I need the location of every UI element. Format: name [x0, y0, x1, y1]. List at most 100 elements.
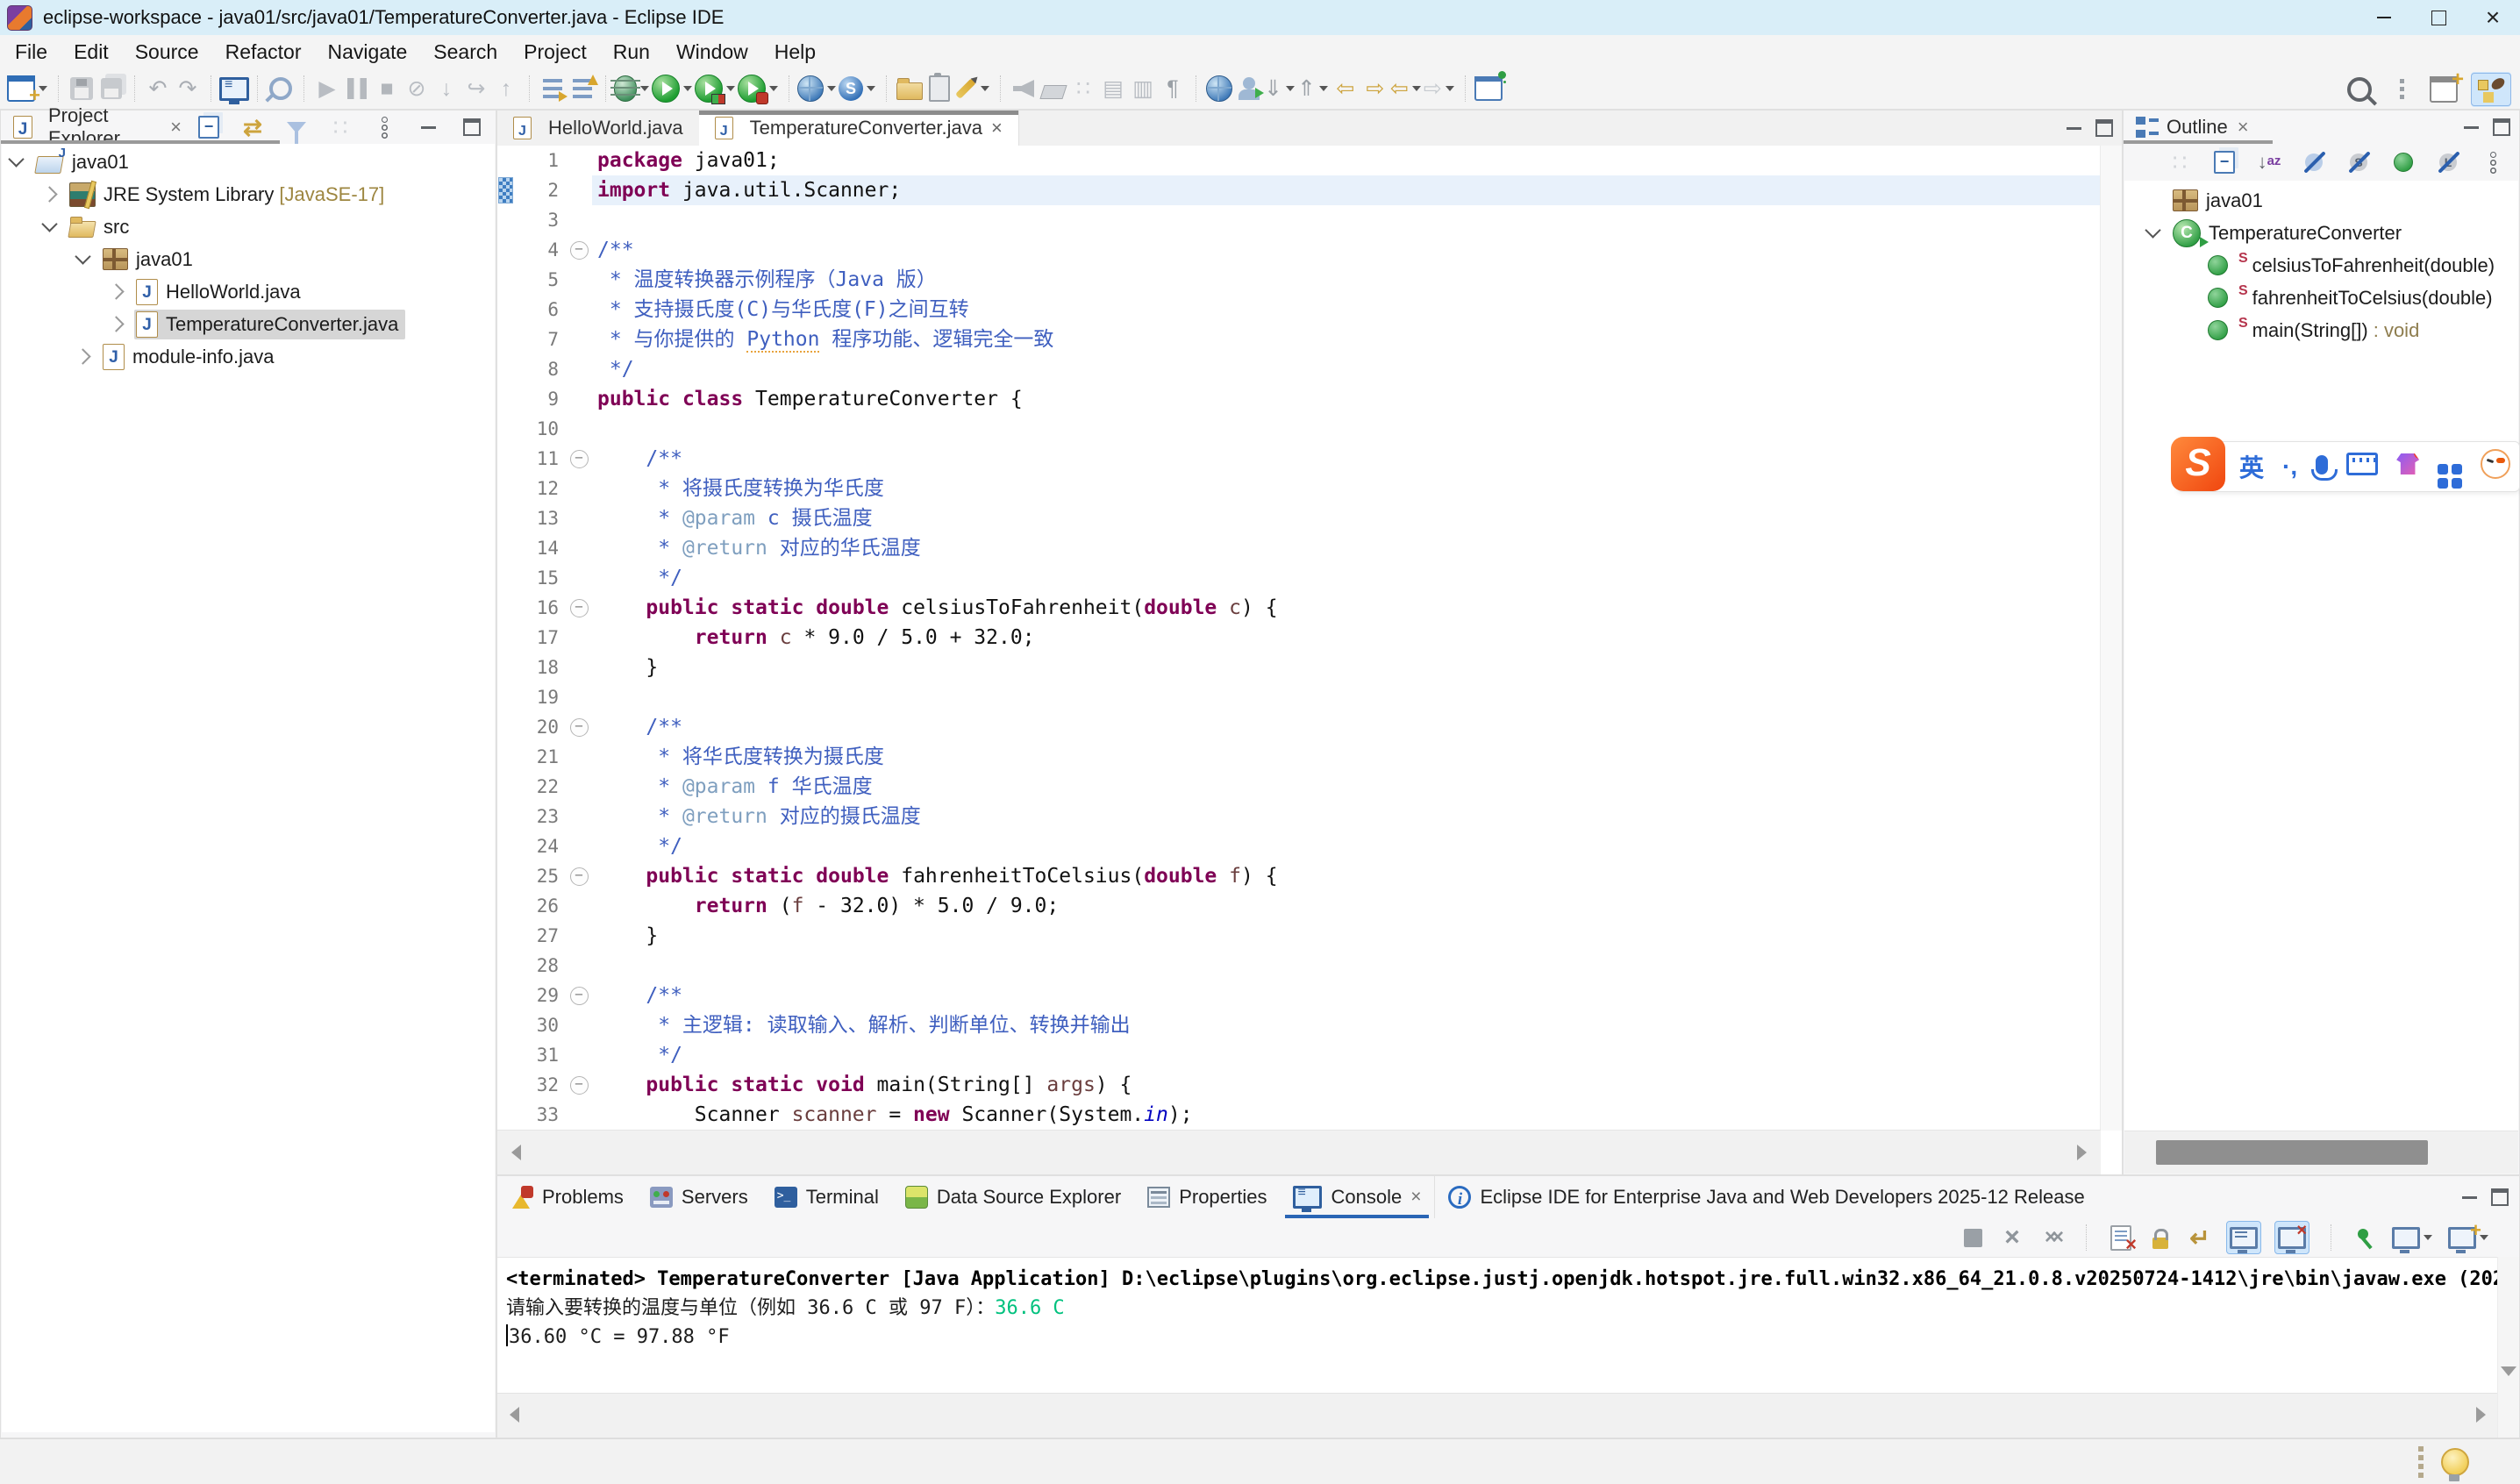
- annotation-ruler[interactable]: [497, 891, 513, 921]
- maximize-icon[interactable]: [2491, 1188, 2509, 1206]
- tree-item-jre-system-library[interactable]: JRE System Library[JavaSE-17]: [2, 178, 495, 210]
- annotation-ruler[interactable]: [497, 682, 513, 712]
- fold-collapse-icon[interactable]: −: [570, 867, 589, 886]
- tree-item-src[interactable]: src: [2, 210, 495, 243]
- dropdown-caret-icon[interactable]: [1319, 86, 1328, 91]
- annotation-ruler[interactable]: [497, 354, 513, 384]
- code-line-33[interactable]: 33 Scanner scanner = new Scanner(System.…: [497, 1100, 2101, 1130]
- code-line-7[interactable]: 7 * 与你提供的 Python 程序功能、逻辑完全一致: [497, 325, 2101, 354]
- code-line-28[interactable]: 28: [497, 951, 2101, 981]
- annotation-ruler[interactable]: [497, 712, 513, 742]
- update-icon[interactable]: ⇑: [1297, 71, 1331, 106]
- console-view-icon[interactable]: [219, 71, 249, 106]
- line-number[interactable]: 33: [513, 1104, 566, 1125]
- tree-item-celsiustofahrenheit-double-[interactable]: ScelsiusToFahrenheit(double): [2124, 249, 2518, 282]
- clear-console-icon[interactable]: [2108, 1222, 2134, 1253]
- terminate-icon[interactable]: [1960, 1222, 1986, 1253]
- new-wizard-icon[interactable]: [7, 71, 50, 106]
- dropdown-caret-icon[interactable]: [1446, 86, 1454, 91]
- resume-icon[interactable]: ▶: [312, 71, 342, 106]
- browser-icon[interactable]: [1204, 71, 1234, 106]
- tree-item-java01[interactable]: java01: [2, 146, 495, 178]
- line-number[interactable]: 5: [513, 269, 566, 290]
- line-number[interactable]: 28: [513, 955, 566, 976]
- tree-item-main-string-[interactable]: Smain(String[]) : void: [2124, 314, 2518, 346]
- code-line-21[interactable]: 21 * 将华氏度转换为摄氏度: [497, 742, 2101, 772]
- toolbar-overflow-dots-icon[interactable]: [2387, 72, 2416, 107]
- dropdown-caret-icon[interactable]: [981, 86, 989, 91]
- tree-item-module-info-java[interactable]: module-info.java: [2, 340, 495, 373]
- tab-project-explorer[interactable]: Project Explorer ×: [1, 111, 194, 144]
- show-stdout-icon[interactable]: [2226, 1221, 2261, 1254]
- menu-project[interactable]: Project: [510, 40, 600, 64]
- minimize-icon[interactable]: [2464, 126, 2479, 129]
- annotation-ruler[interactable]: [497, 474, 513, 503]
- annotation-ruler[interactable]: [497, 503, 513, 533]
- chevron-down-icon[interactable]: [41, 216, 57, 232]
- scroll-left-arrow-icon[interactable]: [510, 1407, 519, 1423]
- annotation-ruler[interactable]: [497, 981, 513, 1010]
- external-tools-icon[interactable]: [797, 71, 839, 106]
- code-line-30[interactable]: 30 * 主逻辑: 读取输入、解析、判断单位、转换并输出: [497, 1010, 2101, 1040]
- code-line-29[interactable]: 29− /**: [497, 981, 2101, 1010]
- open-perspective-icon[interactable]: [2429, 72, 2459, 107]
- fold-column[interactable]: −: [566, 599, 592, 617]
- step-into-icon[interactable]: ↓: [432, 71, 461, 106]
- launch-group-icon[interactable]: [568, 71, 597, 106]
- line-number[interactable]: 9: [513, 389, 566, 410]
- annotation-ruler[interactable]: [497, 802, 513, 831]
- code-line-25[interactable]: 25− public static double fahrenheitToCel…: [497, 861, 2101, 891]
- disconnect-icon[interactable]: ⊘: [402, 71, 432, 106]
- ime-lang-button[interactable]: 英: [2239, 449, 2264, 484]
- display-console-icon[interactable]: [2392, 1222, 2435, 1253]
- tree-item-temperatureconverter[interactable]: TemperatureConverter: [2124, 217, 2518, 249]
- code-line-27[interactable]: 27 }: [497, 921, 2101, 951]
- bottom-tab-properties[interactable]: Properties: [1134, 1176, 1280, 1218]
- filter-icon[interactable]: [282, 110, 311, 145]
- code-line-18[interactable]: 18 }: [497, 653, 2101, 682]
- fold-column[interactable]: −: [566, 241, 592, 260]
- ime-skin-button[interactable]: [2396, 453, 2419, 481]
- editor-horizontal-scrollbar[interactable]: [497, 1130, 2101, 1174]
- fold-collapse-icon[interactable]: −: [570, 987, 589, 1005]
- close-icon[interactable]: ×: [991, 117, 1003, 139]
- fold-column[interactable]: −: [566, 987, 592, 1005]
- code-line-31[interactable]: 31 */: [497, 1040, 2101, 1070]
- line-number[interactable]: 10: [513, 418, 566, 439]
- outline-page-icon[interactable]: ▥: [1128, 71, 1158, 106]
- suspend-icon[interactable]: [342, 71, 372, 106]
- fold-column[interactable]: −: [566, 718, 592, 737]
- dropdown-caret-icon[interactable]: [867, 86, 875, 91]
- line-number[interactable]: 21: [513, 746, 566, 767]
- annotation-ruler[interactable]: [497, 295, 513, 325]
- tree-item-fahrenheittocelsius-double-[interactable]: SfahrenheitToCelsius(double): [2124, 282, 2518, 314]
- coverage-icon[interactable]: [695, 71, 738, 106]
- scroll-right-arrow-icon[interactable]: [2077, 1145, 2087, 1160]
- menu-help[interactable]: Help: [761, 40, 829, 64]
- pin-console-icon[interactable]: [2352, 1222, 2379, 1253]
- web-service-icon[interactable]: [839, 71, 878, 106]
- last-edit-back-icon[interactable]: ⇦: [1331, 71, 1360, 106]
- collapse-all-icon[interactable]: [2209, 145, 2239, 180]
- external-run-icon[interactable]: [1234, 71, 1264, 106]
- fold-column[interactable]: −: [566, 450, 592, 468]
- bottom-tab-problems[interactable]: Problems: [497, 1176, 637, 1218]
- fold-column[interactable]: −: [566, 867, 592, 886]
- line-number[interactable]: 24: [513, 836, 566, 857]
- dropdown-caret-icon[interactable]: [769, 86, 778, 91]
- fold-collapse-icon[interactable]: −: [570, 718, 589, 737]
- faded-dots-icon[interactable]: [2165, 145, 2195, 180]
- fold-collapse-icon[interactable]: −: [570, 241, 589, 260]
- console-horizontal-scrollbar[interactable]: [497, 1393, 2498, 1438]
- scroll-right-arrow-icon[interactable]: [2476, 1407, 2486, 1423]
- annotation-ruler[interactable]: [497, 623, 513, 653]
- line-number[interactable]: 31: [513, 1045, 566, 1066]
- team-icon[interactable]: ∷: [1068, 71, 1098, 106]
- menu-window[interactable]: Window: [663, 40, 761, 64]
- bottom-tab-console[interactable]: Console×: [1280, 1176, 1434, 1218]
- line-number[interactable]: 19: [513, 687, 566, 708]
- scroll-down-arrow-icon[interactable]: [2501, 1366, 2516, 1376]
- launch-history-icon[interactable]: [538, 71, 568, 106]
- menu-search[interactable]: Search: [420, 40, 510, 64]
- undo-icon[interactable]: ↶: [143, 71, 173, 106]
